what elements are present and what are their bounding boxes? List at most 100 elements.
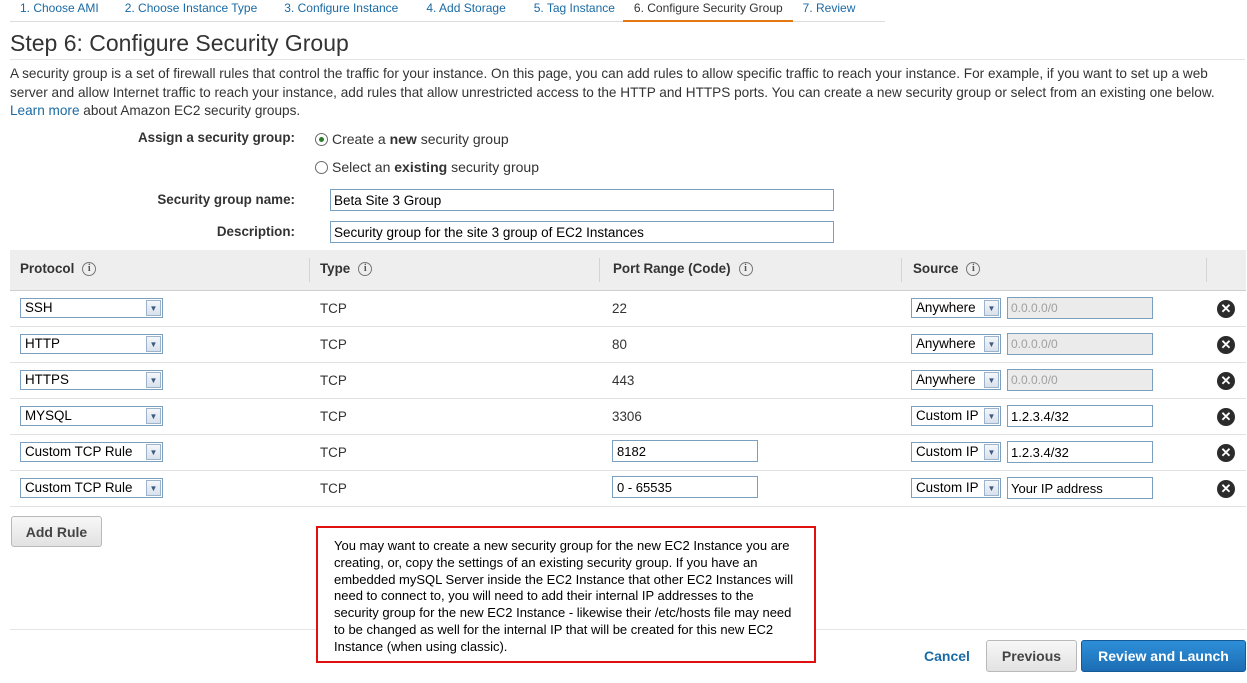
source-select[interactable]: Anywhere ▼ [911, 334, 1001, 354]
type-cell: TCP [320, 409, 347, 424]
source-ip-input [1007, 333, 1153, 355]
source-select[interactable]: Custom IP ▼ [911, 478, 1001, 498]
protocol-info-icon[interactable]: i [82, 261, 97, 276]
protocol-value: HTTP [25, 336, 60, 351]
previous-button[interactable]: Previous [986, 640, 1077, 672]
table-row: HTTP ▼ TCP 80 Anywhere ▼ ✕ [10, 327, 1246, 363]
source-select[interactable]: Custom IP ▼ [911, 406, 1001, 426]
rules-table-header: Protocol i Type i Port Range (Code) i So… [10, 250, 1246, 291]
port-range-input[interactable] [612, 440, 758, 462]
source-ip-input [1007, 297, 1153, 319]
cancel-link[interactable]: Cancel [924, 648, 970, 664]
header-type-label: Type [320, 261, 351, 276]
port-cell: 22 [612, 301, 627, 316]
annotation-note: You may want to create a new security gr… [316, 526, 816, 663]
chevron-down-icon[interactable]: ▼ [146, 300, 161, 316]
select-existing-radio[interactable] [315, 160, 328, 174]
chevron-down-icon[interactable]: ▼ [146, 444, 161, 460]
protocol-select[interactable]: MYSQL ▼ [20, 406, 163, 426]
header-port-label: Port Range (Code) [613, 261, 731, 276]
tab-tag-instance[interactable]: 5. Tag Instance [513, 0, 623, 22]
header-separator [901, 258, 902, 282]
intro-body: A security group is a set of firewall ru… [10, 66, 1215, 100]
description-label: Description: [216, 224, 295, 239]
protocol-value: SSH [25, 300, 53, 315]
source-ip-input[interactable] [1007, 405, 1153, 427]
protocol-value: Custom TCP Rule [25, 480, 133, 495]
option-create-new[interactable]: Create a new security group [315, 131, 509, 147]
tab-choose-ami[interactable]: 1. Choose AMI [10, 0, 107, 22]
source-value: Anywhere [916, 300, 976, 315]
protocol-select[interactable]: Custom TCP Rule ▼ [20, 478, 163, 498]
select-existing-bold: existing [394, 159, 448, 175]
option-select-existing[interactable]: Select an existing security group [315, 159, 539, 175]
chevron-down-icon[interactable]: ▼ [984, 480, 999, 496]
page-title: Step 6: Configure Security Group [10, 30, 349, 56]
header-protocol-label: Protocol [20, 261, 75, 276]
group-name-input[interactable] [330, 189, 834, 211]
remove-rule-icon[interactable]: ✕ [1217, 408, 1235, 426]
source-value: Anywhere [916, 336, 976, 351]
select-existing-pre: Select an [332, 159, 391, 175]
source-select[interactable]: Custom IP ▼ [911, 442, 1001, 462]
protocol-value: MYSQL [25, 408, 72, 423]
header-port-range: Port Range (Code) i [613, 261, 753, 276]
tab-choose-instance-type[interactable]: 2. Choose Instance Type [106, 0, 266, 22]
remove-rule-icon[interactable]: ✕ [1217, 480, 1235, 498]
header-protocol: Protocol i [20, 261, 97, 276]
tab-review[interactable]: 7. Review [792, 0, 886, 22]
create-new-post: security group [420, 131, 509, 147]
type-cell: TCP [320, 373, 347, 388]
remove-rule-icon[interactable]: ✕ [1217, 444, 1235, 462]
source-select[interactable]: Anywhere ▼ [911, 370, 1001, 390]
protocol-select[interactable]: Custom TCP Rule ▼ [20, 442, 163, 462]
port-info-icon[interactable]: i [738, 261, 753, 276]
protocol-select[interactable]: HTTPS ▼ [20, 370, 163, 390]
port-cell: 80 [612, 337, 627, 352]
protocol-value: HTTPS [25, 372, 69, 387]
chevron-down-icon[interactable]: ▼ [146, 480, 161, 496]
chevron-down-icon[interactable]: ▼ [146, 408, 161, 424]
description-input[interactable] [330, 221, 834, 243]
source-info-icon[interactable]: i [966, 261, 981, 276]
type-info-icon[interactable]: i [358, 261, 373, 276]
review-and-launch-button[interactable]: Review and Launch [1081, 640, 1246, 672]
protocol-value: Custom TCP Rule [25, 444, 133, 459]
source-ip-input[interactable] [1007, 441, 1153, 463]
table-row: SSH ▼ TCP 22 Anywhere ▼ ✕ [10, 291, 1246, 327]
assign-group-label: Assign a security group: [137, 130, 295, 145]
chevron-down-icon[interactable]: ▼ [984, 336, 999, 352]
type-cell: TCP [320, 301, 347, 316]
tab-add-storage[interactable]: 4. Add Storage [406, 0, 514, 22]
title-divider [10, 59, 1245, 60]
remove-rule-icon[interactable]: ✕ [1217, 372, 1235, 390]
protocol-select[interactable]: SSH ▼ [20, 298, 163, 318]
protocol-select[interactable]: HTTP ▼ [20, 334, 163, 354]
chevron-down-icon[interactable]: ▼ [984, 300, 999, 316]
port-range-input[interactable] [612, 476, 758, 498]
source-ip-input[interactable] [1007, 477, 1153, 499]
chevron-down-icon[interactable]: ▼ [984, 408, 999, 424]
tab-configure-instance[interactable]: 3. Configure Instance [265, 0, 407, 22]
wizard-tabs: 1. Choose AMI 2. Choose Instance Type 3.… [10, 0, 886, 22]
add-rule-button[interactable]: Add Rule [11, 516, 102, 547]
source-value: Custom IP [916, 408, 979, 423]
chevron-down-icon[interactable]: ▼ [146, 336, 161, 352]
source-select[interactable]: Anywhere ▼ [911, 298, 1001, 318]
source-value: Custom IP [916, 444, 979, 459]
learn-more-link[interactable]: Learn more [10, 103, 80, 118]
type-cell: TCP [320, 445, 347, 460]
type-cell: TCP [320, 337, 347, 352]
table-row: Custom TCP Rule ▼ TCP Custom IP ▼ ✕ [10, 435, 1246, 471]
header-type: Type i [320, 261, 373, 276]
group-name-label: Security group name: [157, 192, 295, 207]
chevron-down-icon[interactable]: ▼ [984, 372, 999, 388]
source-value: Anywhere [916, 372, 976, 387]
chevron-down-icon[interactable]: ▼ [146, 372, 161, 388]
chevron-down-icon[interactable]: ▼ [984, 444, 999, 460]
remove-rule-icon[interactable]: ✕ [1217, 300, 1235, 318]
create-new-radio[interactable] [315, 132, 328, 146]
tab-configure-security-group[interactable]: 6. Configure Security Group [622, 0, 793, 22]
remove-rule-icon[interactable]: ✕ [1217, 336, 1235, 354]
port-cell: 443 [612, 373, 635, 388]
